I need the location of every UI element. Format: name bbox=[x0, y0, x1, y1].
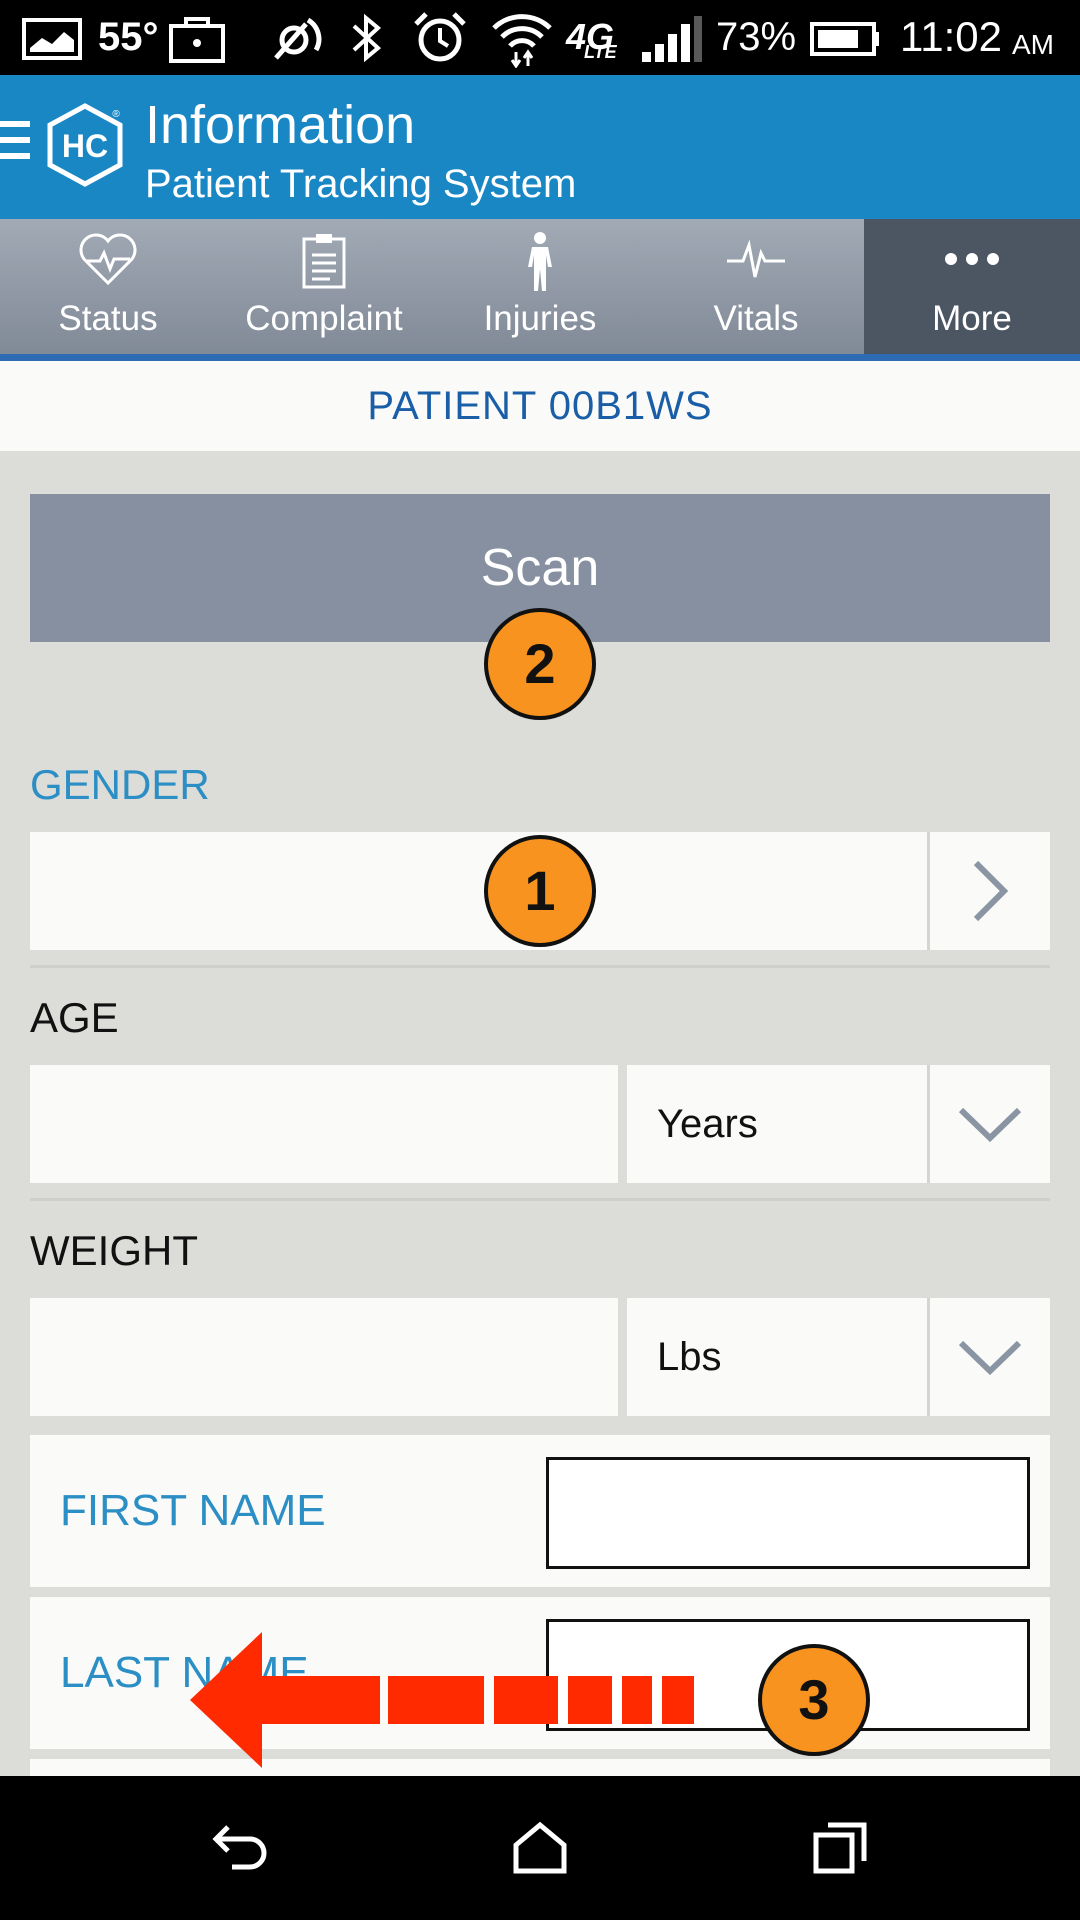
hc-logo-icon: HC ® bbox=[47, 103, 123, 187]
tab-vitals-label: Vitals bbox=[713, 299, 799, 338]
tab-indicator bbox=[0, 354, 1080, 361]
tab-injuries[interactable]: Injuries bbox=[432, 219, 648, 356]
annotation-marker-2-label: 2 bbox=[524, 632, 556, 695]
annotation-marker-3-label: 3 bbox=[798, 1668, 830, 1731]
age-label: AGE bbox=[30, 994, 119, 1041]
wifi-icon bbox=[492, 14, 552, 68]
chevron-right-icon bbox=[973, 860, 1009, 922]
logo-text: HC bbox=[62, 128, 108, 164]
logo-registered-mark: ® bbox=[112, 109, 120, 120]
divider bbox=[30, 1198, 1050, 1201]
app-bar: HC ® Information Patient Tracking System bbox=[0, 75, 1080, 219]
tab-status[interactable]: Status bbox=[0, 219, 216, 356]
image-icon bbox=[22, 18, 82, 60]
swipe-arrow-annotation bbox=[190, 1632, 694, 1768]
first-name-row: FIRST NAME bbox=[30, 1435, 1050, 1587]
first-name-label: FIRST NAME bbox=[60, 1486, 326, 1535]
bluetooth-icon bbox=[352, 13, 382, 63]
hamburger-menu-icon[interactable] bbox=[0, 121, 30, 161]
weight-input[interactable] bbox=[30, 1298, 618, 1416]
heart-pulse-icon bbox=[79, 233, 137, 286]
gender-select[interactable] bbox=[30, 832, 927, 950]
tab-status-label: Status bbox=[58, 299, 158, 338]
tab-bar: Status Complaint Injuries Vitals More bbox=[0, 219, 1080, 361]
chevron-down-icon bbox=[958, 1340, 1022, 1376]
weight-unit-select[interactable]: Lbs bbox=[627, 1298, 927, 1416]
weight-unit-value: Lbs bbox=[657, 1335, 722, 1379]
age-unit-dropdown-button[interactable] bbox=[927, 1065, 1050, 1183]
age-unit-value: Years bbox=[657, 1102, 758, 1146]
patient-header: PATIENT 00B1WS bbox=[0, 361, 1080, 451]
age-input[interactable] bbox=[30, 1065, 618, 1183]
weight-unit-dropdown-button[interactable] bbox=[927, 1298, 1050, 1416]
first-name-input[interactable] bbox=[546, 1457, 1030, 1569]
tab-more[interactable]: More bbox=[864, 219, 1080, 356]
tab-complaint[interactable]: Complaint bbox=[216, 219, 432, 356]
age-unit-select[interactable]: Years bbox=[627, 1065, 927, 1183]
tab-vitals[interactable]: Vitals bbox=[648, 219, 864, 356]
patient-id: PATIENT 00B1WS bbox=[367, 384, 713, 428]
signal-icon bbox=[642, 16, 702, 62]
clipboard-icon bbox=[302, 234, 346, 289]
tab-complaint-label: Complaint bbox=[245, 299, 403, 338]
home-icon[interactable] bbox=[512, 1821, 568, 1875]
annotation-marker-1-label: 1 bbox=[524, 859, 556, 922]
alarm-icon bbox=[414, 12, 466, 62]
annotation-marker-1: 1 bbox=[484, 835, 596, 947]
annotation-marker-2: 2 bbox=[484, 608, 596, 720]
lte-label: LTE bbox=[584, 42, 617, 62]
briefcase-icon bbox=[169, 17, 225, 63]
weight-label: WEIGHT bbox=[30, 1227, 198, 1274]
divider bbox=[30, 965, 1050, 968]
clock-time: 11:02 bbox=[900, 13, 1002, 60]
status-bar: 55° 4G LTE 73% 11:02 AM bbox=[0, 0, 1080, 75]
back-icon[interactable] bbox=[210, 1821, 270, 1875]
chevron-down-icon bbox=[958, 1107, 1022, 1143]
gender-label: GENDER bbox=[30, 761, 210, 808]
temperature-text: 55° bbox=[98, 15, 159, 59]
pulse-icon bbox=[727, 239, 785, 278]
nfc-icon bbox=[274, 17, 322, 60]
more-dots-icon bbox=[945, 253, 999, 265]
clock-ampm: AM bbox=[1012, 29, 1054, 60]
tab-injuries-label: Injuries bbox=[483, 299, 597, 338]
app-subtitle: Patient Tracking System bbox=[145, 162, 577, 206]
body-icon bbox=[528, 232, 552, 291]
annotation-marker-3: 3 bbox=[758, 1644, 870, 1756]
battery-icon bbox=[810, 22, 879, 56]
navigation-bar bbox=[0, 1776, 1080, 1920]
recents-icon[interactable] bbox=[812, 1821, 868, 1875]
app-title: Information bbox=[145, 95, 416, 155]
gender-chevron-button[interactable] bbox=[927, 832, 1050, 950]
tab-more-label: More bbox=[932, 299, 1012, 338]
battery-percent-text: 73% bbox=[716, 15, 797, 59]
